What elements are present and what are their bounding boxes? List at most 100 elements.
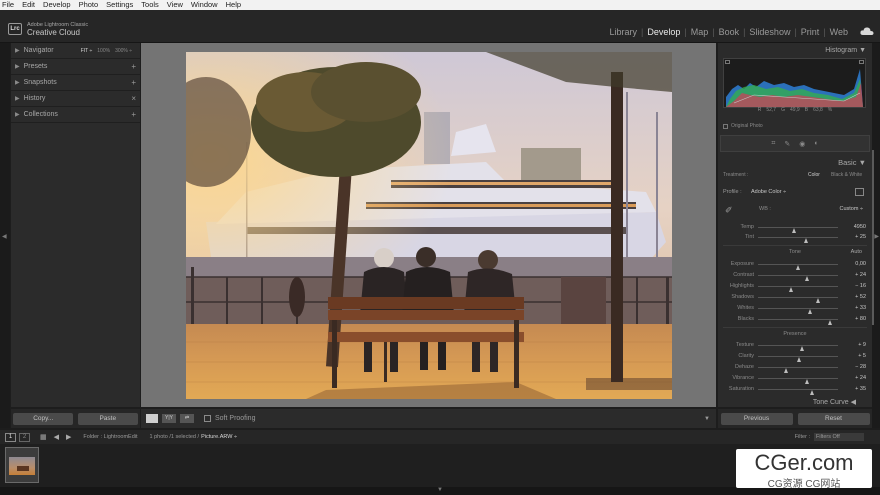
filter-select[interactable]: Filters Off: [814, 433, 864, 441]
module-develop[interactable]: Develop: [643, 27, 684, 37]
histogram[interactable]: [723, 58, 866, 108]
slider-thumb[interactable]: [827, 320, 832, 325]
treatment-color[interactable]: Color: [808, 172, 820, 178]
slider-track[interactable]: [758, 308, 838, 314]
menu-photo[interactable]: Photo: [75, 0, 103, 10]
slider-thumb[interactable]: [784, 368, 789, 373]
wb-select[interactable]: Custom ÷: [840, 206, 864, 212]
slider-whites[interactable]: Whites + 33: [718, 304, 872, 314]
history-header[interactable]: ▶ History ×: [11, 91, 140, 107]
slider-thumb[interactable]: [805, 379, 810, 384]
slider-value[interactable]: + 9: [858, 342, 866, 348]
left-panel-toggle[interactable]: ◀: [0, 43, 10, 428]
slider-temp[interactable]: Temp 4950: [718, 223, 872, 233]
slider-track[interactable]: [758, 356, 838, 362]
shadow-clipping-icon[interactable]: [725, 60, 730, 64]
zoom-300[interactable]: 300% ÷: [115, 48, 132, 54]
slider-tint[interactable]: Tint + 25: [718, 233, 872, 243]
slider-thumb[interactable]: [808, 309, 813, 314]
module-library[interactable]: Library: [605, 27, 641, 37]
filmstrip-thumbnail[interactable]: [5, 447, 39, 483]
slider-saturation[interactable]: Saturation + 35: [718, 385, 872, 395]
spot-removal-icon[interactable]: ✎: [784, 140, 790, 148]
reset-button[interactable]: Reset: [797, 412, 870, 425]
menu-window[interactable]: Window: [187, 0, 222, 10]
slider-track[interactable]: [758, 319, 838, 325]
tone-curve-header[interactable]: Tone Curve ◀: [718, 398, 872, 406]
slider-value[interactable]: + 52: [855, 294, 866, 300]
module-book[interactable]: Book: [715, 27, 744, 37]
slider-exposure[interactable]: Exposure 0,00: [718, 260, 872, 270]
slider-track[interactable]: [758, 286, 838, 292]
slider-thumb[interactable]: [816, 298, 821, 303]
slider-shadows[interactable]: Shadows + 52: [718, 293, 872, 303]
navigator-header[interactable]: ▶ Navigator FIT ÷ 100% 300% ÷: [11, 43, 140, 59]
original-photo-checkbox[interactable]: [723, 123, 728, 129]
menu-settings[interactable]: Settings: [102, 0, 137, 10]
slider-contrast[interactable]: Contrast + 24: [718, 271, 872, 281]
slider-track[interactable]: [758, 345, 838, 351]
treatment-bw[interactable]: Black & White: [831, 172, 862, 178]
copy-button[interactable]: Copy...: [13, 412, 74, 425]
slider-thumb[interactable]: [795, 265, 800, 270]
eyedropper-icon[interactable]: ✐: [725, 205, 733, 216]
slider-thumb[interactable]: [809, 390, 814, 395]
right-panel-scrollbar[interactable]: [872, 150, 874, 325]
slider-track[interactable]: [758, 367, 838, 373]
zoom-fit[interactable]: FIT ÷: [81, 48, 93, 54]
slider-thumb[interactable]: [799, 346, 804, 351]
file-name[interactable]: Picture.ARW ÷: [201, 434, 237, 440]
collections-header[interactable]: ▶ Collections +: [11, 107, 140, 123]
before-after-button[interactable]: Y|Y: [162, 414, 176, 423]
slider-vibrance[interactable]: Vibrance + 24: [718, 374, 872, 384]
soft-proofing-checkbox[interactable]: [204, 415, 211, 422]
slider-value[interactable]: + 24: [855, 375, 866, 381]
menu-edit[interactable]: Edit: [18, 0, 39, 10]
clear-history-icon[interactable]: ×: [131, 94, 136, 103]
secondary-window-button[interactable]: 2: [19, 432, 30, 442]
add-preset-icon[interactable]: +: [131, 62, 136, 71]
module-web[interactable]: Web: [826, 27, 852, 37]
snapshots-header[interactable]: ▶ Snapshots +: [11, 75, 140, 91]
menu-develop[interactable]: Develop: [39, 0, 75, 10]
histogram-header[interactable]: Histogram ▼: [718, 43, 872, 57]
slider-value[interactable]: + 25: [855, 234, 866, 240]
loupe-view-icon[interactable]: [146, 414, 158, 423]
profile-select[interactable]: Adobe Color ÷: [751, 189, 786, 195]
crop-icon[interactable]: ⌗: [771, 140, 775, 148]
previous-button[interactable]: Previous: [720, 412, 793, 425]
slider-clarity[interactable]: Clarity + 5: [718, 352, 872, 362]
slider-track[interactable]: [758, 227, 838, 233]
slider-value[interactable]: − 28: [855, 364, 866, 370]
back-arrow-icon[interactable]: ◀: [54, 433, 59, 441]
slider-track[interactable]: [758, 389, 838, 395]
highlight-clipping-icon[interactable]: [859, 60, 864, 64]
slider-value[interactable]: 0,00: [855, 261, 866, 267]
module-slideshow[interactable]: Slideshow: [745, 27, 794, 37]
menu-help[interactable]: Help: [222, 0, 245, 10]
module-map[interactable]: Map: [687, 27, 713, 37]
slider-value[interactable]: + 5: [858, 353, 866, 359]
slider-thumb[interactable]: [803, 238, 808, 243]
forward-arrow-icon[interactable]: ▶: [66, 433, 71, 441]
zoom-100[interactable]: 100%: [97, 48, 110, 54]
presets-header[interactable]: ▶ Presets +: [11, 59, 140, 75]
red-eye-icon[interactable]: ◉: [799, 140, 805, 148]
slider-track[interactable]: [758, 378, 838, 384]
menu-tools[interactable]: Tools: [137, 0, 163, 10]
folder-path[interactable]: Folder : LightroomEdit: [83, 434, 137, 440]
paste-button[interactable]: Paste: [77, 412, 138, 425]
slider-thumb[interactable]: [805, 276, 810, 281]
module-print[interactable]: Print: [797, 27, 824, 37]
original-photo-toggle[interactable]: Original Photo: [723, 123, 763, 129]
add-collection-icon[interactable]: +: [131, 110, 136, 119]
slider-track[interactable]: [758, 297, 838, 303]
menu-view[interactable]: View: [163, 0, 187, 10]
grid-view-icon[interactable]: ▦: [40, 433, 47, 441]
slider-value[interactable]: − 16: [855, 283, 866, 289]
slider-value[interactable]: + 35: [855, 386, 866, 392]
slider-texture[interactable]: Texture + 9: [718, 341, 872, 351]
slider-thumb[interactable]: [789, 287, 794, 292]
toolbar-menu-icon[interactable]: ▼: [704, 416, 710, 422]
slider-dehaze[interactable]: Dehaze − 28: [718, 363, 872, 373]
